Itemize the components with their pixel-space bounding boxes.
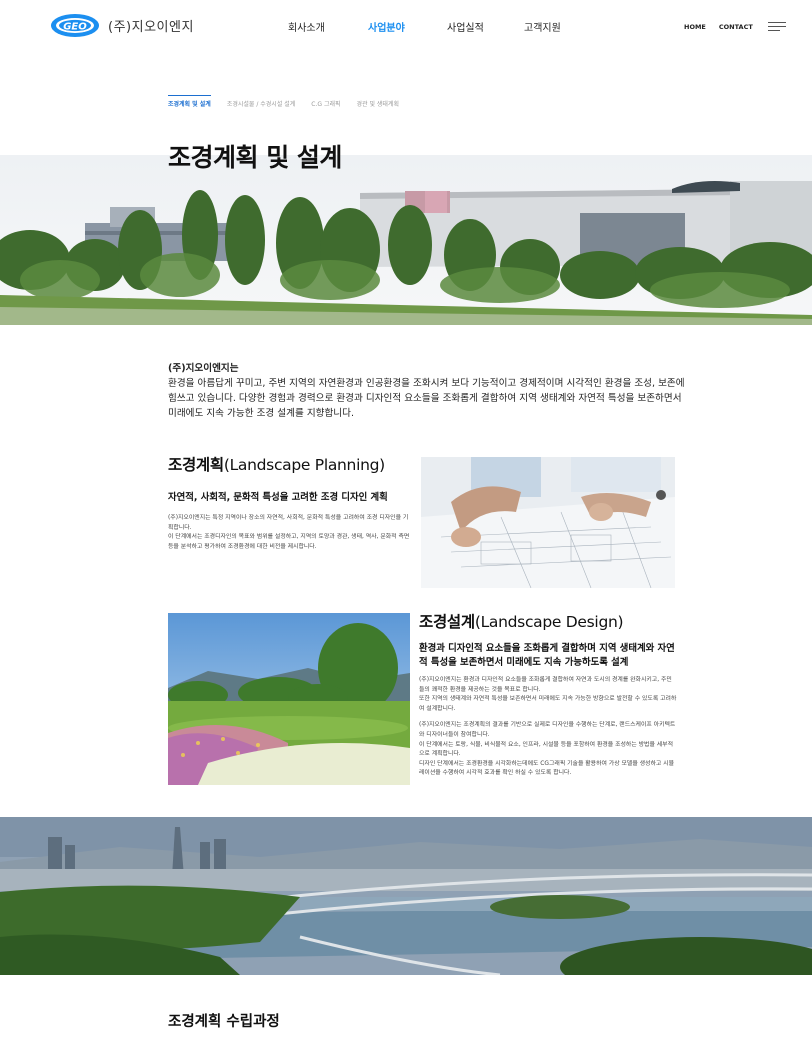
- contact-link[interactable]: CONTACT: [719, 23, 753, 31]
- intro-lead: (주)지오이엔지는: [168, 363, 239, 374]
- intro-text: (주)지오이엔지는 환경을 아름답게 꾸미고, 주변 지역의 자연환경과 인공환…: [168, 361, 688, 421]
- design-subtitle: 환경과 디자인적 요소들을 조화롭게 결합하며 지역 생태계와 자연적 특성을 …: [419, 643, 675, 668]
- main-nav: 회사소개 사업분야 사업실적 고객지원: [288, 19, 561, 34]
- utility-links: HOME CONTACT: [684, 23, 766, 31]
- design-photo: [168, 613, 410, 785]
- hamburger-menu-icon[interactable]: [768, 22, 786, 34]
- planning-title: 조경계획(Landscape Planning): [168, 456, 385, 474]
- nav-projects[interactable]: 사업실적: [447, 19, 524, 34]
- planning-body: (주)지오이엔지는 특정 지역이나 장소의 자연적, 사회적, 문화적 특성을 …: [168, 515, 410, 550]
- page-title: 조경계획 및 설계: [168, 143, 342, 172]
- logo[interactable]: GEO (주)지오이엔지: [50, 13, 194, 38]
- planning-photo: [421, 457, 675, 588]
- planning-section: 조경계획(Landscape Planning) 자연적, 사회적, 문화적 특…: [168, 453, 410, 552]
- nav-business[interactable]: 사업분야: [368, 19, 447, 34]
- svg-text:GEO: GEO: [63, 21, 87, 32]
- tab-landscape-planning[interactable]: 조경계획 및 설계: [168, 95, 211, 108]
- process-section-title: 조경계획 수립과정: [168, 1014, 280, 1030]
- city-panorama-image: [0, 817, 812, 975]
- design-body-1: (주)지오이엔지는 환경과 디자인적 요소들을 조화롭게 결합하여 자연과 도시…: [419, 677, 677, 712]
- tab-facility-design[interactable]: 조경시설물 / 수경시설 설계: [227, 95, 295, 108]
- nav-support[interactable]: 고객지원: [524, 19, 561, 34]
- company-name: (주)지오이엔지: [108, 20, 194, 35]
- geo-logo-icon: GEO: [51, 14, 99, 37]
- design-section: 조경설계(Landscape Design) 환경과 디자인적 요소들을 조화롭…: [419, 610, 677, 779]
- site-header: GEO (주)지오이엔지 회사소개 사업분야 사업실적 고객지원 HOME CO…: [0, 0, 812, 52]
- hero-banner-image: [0, 155, 812, 325]
- design-title: 조경설계(Landscape Design): [419, 613, 624, 631]
- home-link[interactable]: HOME: [684, 23, 706, 31]
- planning-subtitle: 자연적, 사회적, 문화적 특성을 고려한 조경 디자인 계획: [168, 492, 388, 503]
- tab-cg-graphic[interactable]: C.G 그래픽: [311, 95, 340, 108]
- intro-body: 환경을 아름답게 꾸미고, 주변 지역의 자연환경과 인공환경을 조화시켜 보다…: [168, 378, 685, 419]
- sub-tabs: 조경계획 및 설계 조경시설물 / 수경시설 설계 C.G 그래픽 경관 및 생…: [168, 95, 415, 108]
- nav-company[interactable]: 회사소개: [288, 19, 368, 34]
- tab-ecology-planning[interactable]: 경관 및 생태계획: [357, 95, 399, 108]
- design-body-2: (주)지오이엔지는 조경계획의 결과를 기반으로 실제로 디자인을 수행하는 단…: [419, 722, 676, 777]
